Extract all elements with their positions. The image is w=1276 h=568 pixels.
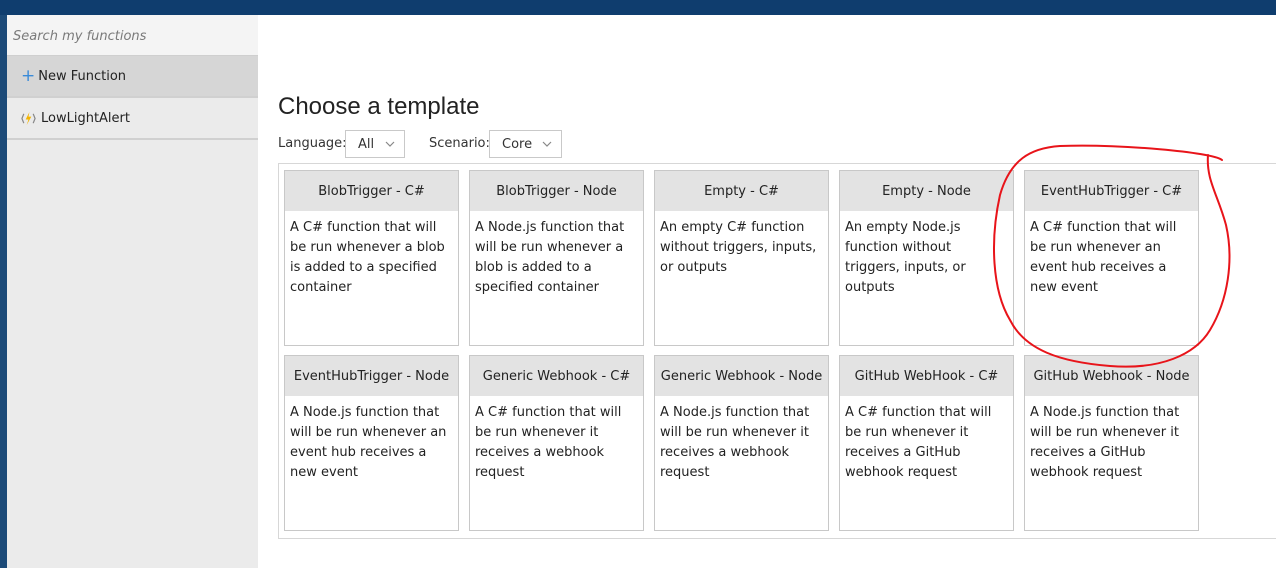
left-nav-strip bbox=[0, 15, 7, 568]
sidebar: + New Function LowLightAlert bbox=[7, 15, 258, 568]
template-card-generic-webhook-csharp[interactable]: Generic Webhook - C# A C# function that … bbox=[469, 355, 644, 531]
scenario-value: Core bbox=[502, 136, 533, 152]
language-value: All bbox=[358, 136, 375, 152]
template-card-empty-node[interactable]: Empty - Node An empty Node.js function w… bbox=[839, 170, 1014, 346]
template-card-eventhubtrigger-csharp[interactable]: EventHubTrigger - C# A C# function that … bbox=[1024, 170, 1199, 346]
new-function-label: New Function bbox=[38, 68, 127, 84]
search-box bbox=[7, 15, 258, 56]
template-card-title: EventHubTrigger - C# bbox=[1025, 171, 1198, 211]
template-card-generic-webhook-node[interactable]: Generic Webhook - Node A Node.js functio… bbox=[654, 355, 829, 531]
template-card-description: A Node.js function that will be run when… bbox=[290, 405, 447, 480]
plus-icon: + bbox=[21, 65, 36, 86]
template-card-title: GitHub WebHook - C# bbox=[840, 356, 1013, 396]
sidebar-item-lowlightalert[interactable]: LowLightAlert bbox=[7, 98, 258, 140]
template-card-title: Empty - C# bbox=[655, 171, 828, 211]
language-select[interactable]: All bbox=[345, 130, 405, 158]
template-card-title: Empty - Node bbox=[840, 171, 1013, 211]
function-item-label: LowLightAlert bbox=[41, 110, 130, 126]
template-card-description: A Node.js function that will be run when… bbox=[660, 405, 810, 480]
template-card-title: BlobTrigger - Node bbox=[470, 171, 643, 211]
scenario-label: Scenario: bbox=[429, 136, 490, 151]
template-card-title: BlobTrigger - C# bbox=[285, 171, 458, 211]
template-card-description: A C# function that will be run whenever … bbox=[290, 220, 445, 295]
function-bolt-icon bbox=[21, 111, 36, 125]
top-bar bbox=[0, 0, 1276, 15]
template-card-eventhubtrigger-node[interactable]: EventHubTrigger - Node A Node.js functio… bbox=[284, 355, 459, 531]
template-card-description: A C# function that will be run whenever … bbox=[475, 405, 622, 480]
template-card-github-webhook-node[interactable]: GitHub Webhook - Node A Node.js function… bbox=[1024, 355, 1199, 531]
template-card-title: GitHub Webhook - Node bbox=[1025, 356, 1198, 396]
chevron-down-icon bbox=[385, 141, 395, 147]
template-card-github-webhook-csharp[interactable]: GitHub WebHook - C# A C# function that w… bbox=[839, 355, 1014, 531]
template-card-description: A C# function that will be run whenever … bbox=[845, 405, 992, 480]
search-input[interactable] bbox=[13, 26, 248, 46]
template-card-description: An empty C# function without triggers, i… bbox=[660, 220, 817, 275]
template-card-description: A Node.js function that will be run when… bbox=[1030, 405, 1180, 480]
chevron-down-icon bbox=[542, 141, 552, 147]
page-title: Choose a template bbox=[278, 93, 480, 120]
template-card-description: A C# function that will be run whenever … bbox=[1030, 220, 1177, 295]
template-card-title: Generic Webhook - C# bbox=[470, 356, 643, 396]
template-card-title: EventHubTrigger - Node bbox=[285, 356, 458, 396]
template-card-description: A Node.js function that will be run when… bbox=[475, 220, 625, 295]
template-card-empty-csharp[interactable]: Empty - C# An empty C# function without … bbox=[654, 170, 829, 346]
scenario-select[interactable]: Core bbox=[489, 130, 562, 158]
language-label: Language: bbox=[278, 136, 347, 151]
template-card-blobtrigger-node[interactable]: BlobTrigger - Node A Node.js function th… bbox=[469, 170, 644, 346]
template-card-blobtrigger-csharp[interactable]: BlobTrigger - C# A C# function that will… bbox=[284, 170, 459, 346]
new-function-button[interactable]: + New Function bbox=[7, 56, 258, 98]
template-card-title: Generic Webhook - Node bbox=[655, 356, 828, 396]
template-card-description: An empty Node.js function without trigge… bbox=[845, 220, 966, 295]
